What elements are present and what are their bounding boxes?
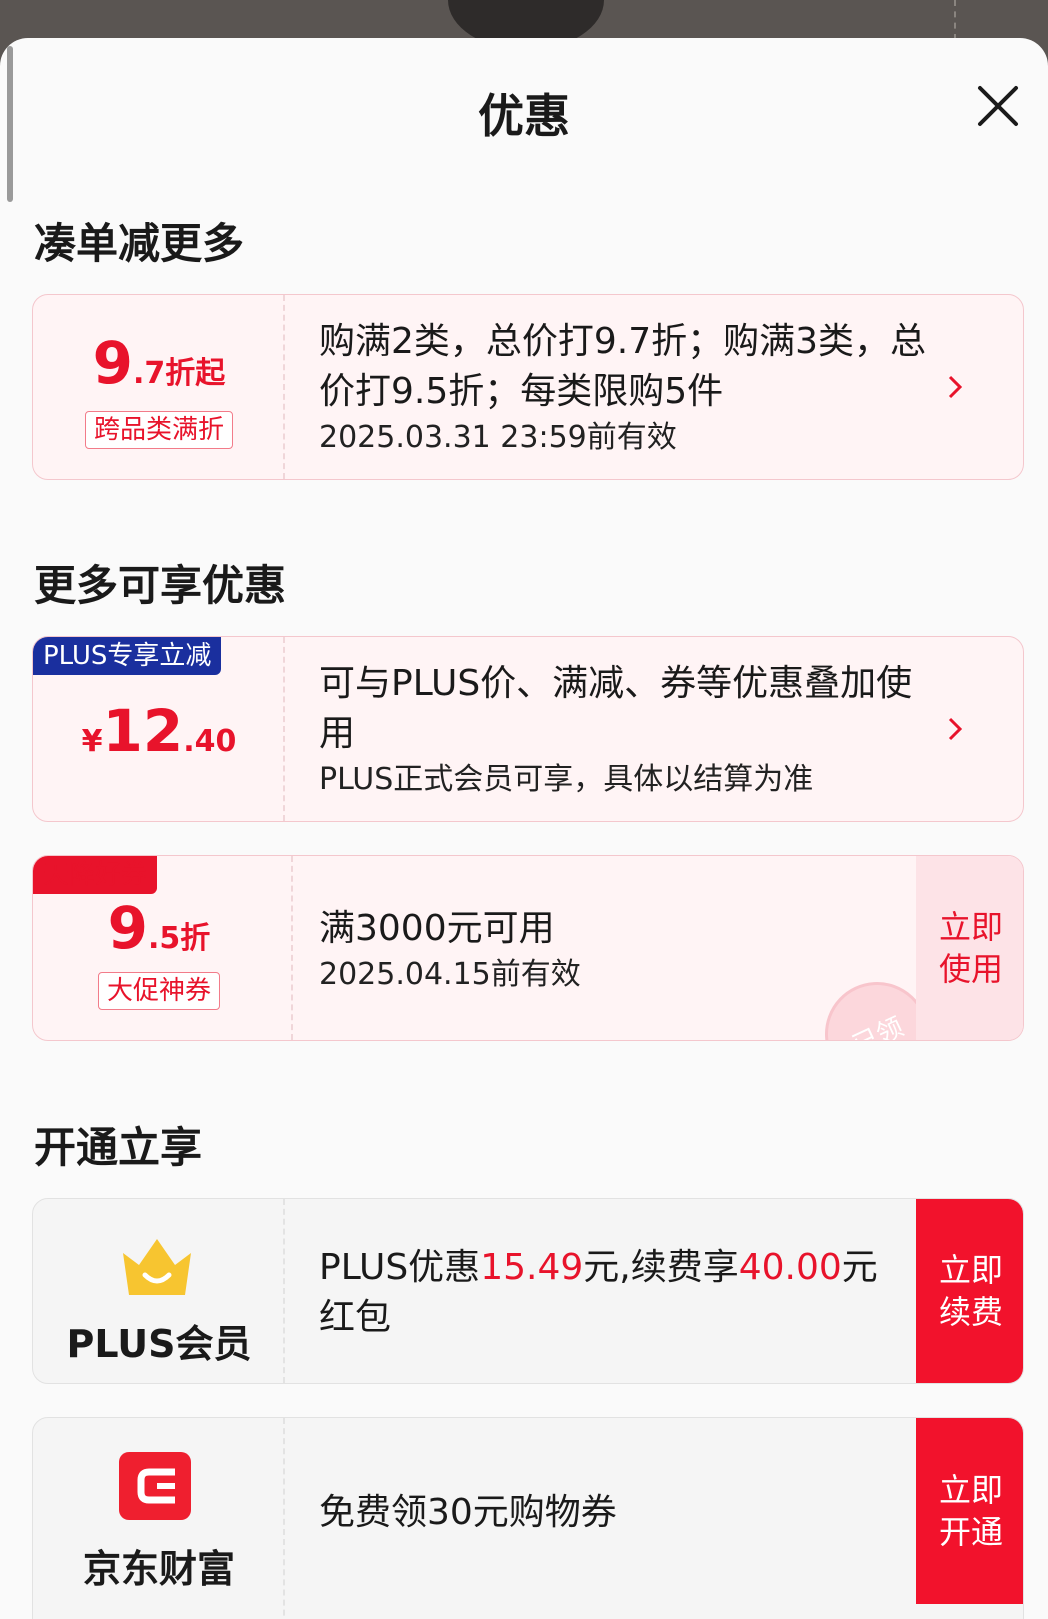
action-line2: 使用: [938, 950, 1003, 988]
discount-small: .40: [183, 724, 237, 759]
currency-symbol: ¥: [81, 724, 103, 759]
open-now-button[interactable]: 立即 开通: [916, 1418, 1023, 1604]
plus-offer-text: PLUS优惠15.49元,续费享40.00元红包: [319, 1243, 893, 1343]
sheet-title: 优惠: [478, 89, 570, 143]
renew-now-button[interactable]: 立即 续费: [916, 1199, 1023, 1383]
offer-value-a: 15.49: [480, 1247, 584, 1288]
offer-value-b: 40.00: [738, 1247, 842, 1288]
jd-wealth-icon: [119, 1452, 191, 1520]
close-icon[interactable]: [976, 84, 1020, 128]
card-main-text: 可与PLUS价、满减、券等优惠叠加使用: [319, 663, 913, 754]
cross-category-discount-card[interactable]: 9.7折起 跨品类满折 购满2类，总价打9.7折；购满3类，总价打9.5折；每类…: [32, 294, 1024, 480]
sheet-header: 优惠: [0, 38, 1048, 158]
section-title-more: 更多可享优惠: [34, 561, 287, 610]
coupon-card[interactable]: 天降好券 9.5折 大促神券 满3000元可用 2025.04.15前有效 已领…: [32, 855, 1024, 1041]
card-description: PLUS优惠15.49元,续费享40.00元红包: [319, 1243, 893, 1343]
chevron-right-icon[interactable]: [945, 715, 965, 743]
action-line1: 立即: [938, 1471, 1003, 1509]
jd-wealth-card[interactable]: 京东财富 免费领30元购物券 立即 开通: [32, 1417, 1024, 1619]
discount-big: 9: [107, 894, 149, 962]
discount-big: 9: [92, 329, 134, 397]
coupon-condition: 满3000元可用: [319, 908, 555, 949]
card-description: 免费领30元购物券: [319, 1488, 893, 1538]
background-dash: [954, 0, 956, 40]
coupon-amount: 9.5折: [33, 894, 285, 962]
plus-member-label: PLUS会员: [66, 1322, 252, 1366]
card-note: PLUS正式会员可享，具体以结算为准: [319, 762, 814, 797]
card-description: 购满2类，总价打9.7折；购满3类，总价打9.5折；每类限购5件 2025.03…: [319, 317, 943, 459]
section-title-subscribe: 开通立享: [34, 1123, 203, 1172]
coupon-type-tag: 大促神券: [97, 972, 221, 1010]
discount-small: .7折起: [133, 356, 226, 391]
discount-small: .5折: [148, 921, 211, 956]
section-title-bundle: 凑单减更多: [34, 219, 245, 268]
use-now-button[interactable]: 立即 使用: [916, 856, 1023, 1040]
card-main-text: 购满2类，总价打9.7折；购满3类，总价打9.5折；每类限购5件: [319, 321, 927, 412]
discount-sheet: 优惠 凑单减更多 9.7折起 跨品类满折 购满2类，总价打9.7折；购满3类，总…: [0, 38, 1048, 1619]
crown-icon: [123, 1239, 191, 1295]
plus-exclusive-tag: PLUS专享立减: [33, 637, 222, 675]
discount-big: 12: [102, 697, 184, 765]
action-line1: 立即: [938, 1251, 1003, 1289]
discount-amount: 9.7折起: [33, 329, 285, 397]
plus-instant-discount-card[interactable]: PLUS专享立减 ¥12.40 可与PLUS价、满减、券等优惠叠加使用 PLUS…: [32, 636, 1024, 822]
offer-text-a: PLUS优惠: [319, 1247, 481, 1288]
coupon-tag: 天降好券: [33, 856, 158, 894]
action-line1: 立即: [938, 908, 1003, 946]
card-description: 满3000元可用 2025.04.15前有效: [319, 904, 943, 996]
discount-tag: 跨品类满折: [84, 411, 234, 449]
jd-wealth-label: 京东财富: [82, 1547, 235, 1591]
jd-wealth-offer: 免费领30元购物券: [319, 1492, 617, 1533]
action-line2: 开通: [938, 1513, 1003, 1551]
offer-text-b: 元,续费享: [583, 1247, 739, 1288]
discount-amount: ¥12.40: [33, 697, 285, 765]
chevron-right-icon[interactable]: [945, 373, 965, 401]
action-line2: 续费: [938, 1293, 1003, 1331]
card-description: 可与PLUS价、满减、券等优惠叠加使用 PLUS正式会员可享，具体以结算为准: [319, 659, 943, 801]
card-validity: 2025.03.31 23:59前有效: [319, 420, 677, 455]
plus-membership-card[interactable]: PLUS会员 PLUS优惠15.49元,续费享40.00元红包 立即 续费: [32, 1198, 1024, 1384]
